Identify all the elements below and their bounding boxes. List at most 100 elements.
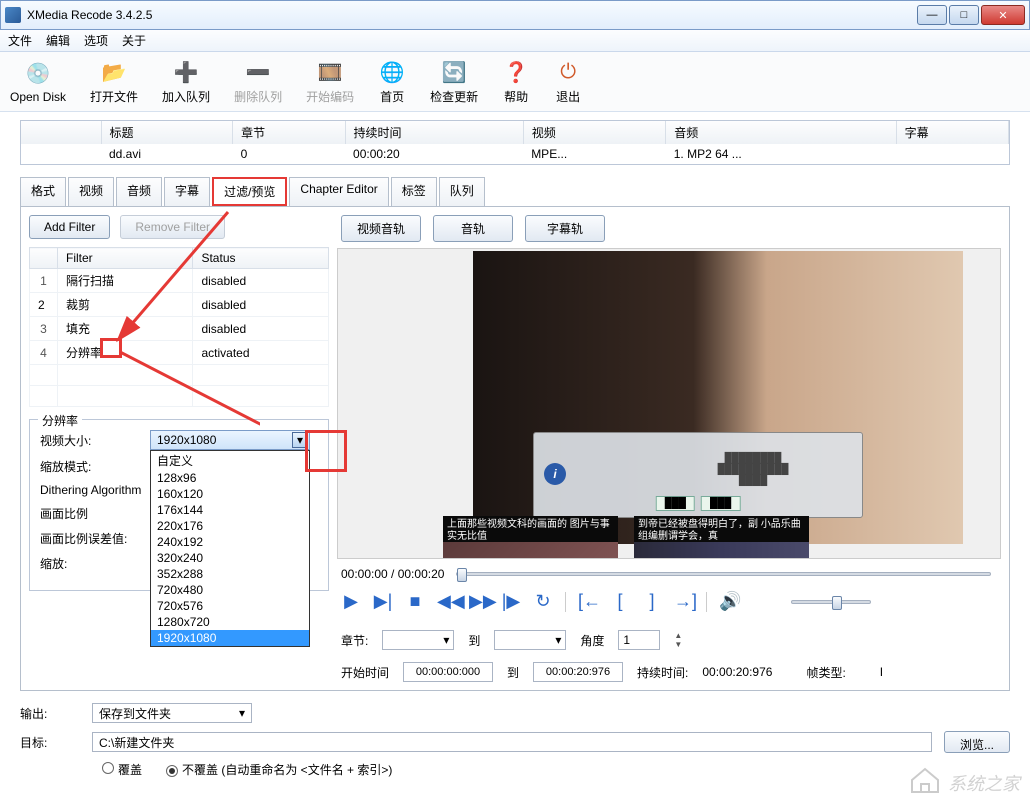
menu-edit[interactable]: 编辑: [46, 32, 70, 49]
filter-row[interactable]: 4分辨率activated: [30, 341, 329, 365]
mark-out-icon[interactable]: →]: [674, 591, 694, 612]
col-duration[interactable]: 持续时间: [345, 121, 523, 144]
subtitle-track-button[interactable]: 字幕轨: [525, 215, 605, 242]
power-icon: ⏻: [554, 58, 582, 86]
folder-open-icon: 📂: [100, 58, 128, 86]
preview-thumbnail[interactable]: 到帝已经被盘得明白了，副 小品乐曲组编删谓学会，真: [634, 516, 809, 559]
filter-row[interactable]: 3填充disabled: [30, 317, 329, 341]
close-button[interactable]: ✕: [981, 5, 1025, 25]
audio-track-button[interactable]: 音轨: [433, 215, 513, 242]
dropdown-option[interactable]: 1920x1080: [151, 630, 309, 646]
tool-start-encode: 🎞️开始编码: [306, 58, 354, 105]
preview-panel: i ██████████████████████ ██████ 上面那些视频文科…: [337, 248, 1001, 559]
browse-button[interactable]: 浏览...: [944, 731, 1010, 753]
tab-video[interactable]: 视频: [68, 177, 114, 206]
angle-up-icon[interactable]: ▲: [674, 631, 688, 640]
tool-add-job[interactable]: ➕加入队列: [162, 58, 210, 105]
file-row[interactable]: dd.avi 0 00:00:20 MPE... 1. MP2 64 ...: [21, 144, 1009, 164]
dropdown-option[interactable]: 176x144: [151, 502, 309, 518]
dropdown-option[interactable]: 320x240: [151, 550, 309, 566]
chapter-to-select[interactable]: ▾: [494, 630, 566, 650]
dropdown-option[interactable]: 1280x720: [151, 614, 309, 630]
dropdown-option[interactable]: 220x176: [151, 518, 309, 534]
tab-filter-preview[interactable]: 过滤/预览: [212, 177, 287, 206]
frame-type-value: I: [880, 665, 883, 679]
tab-chapter-editor[interactable]: Chapter Editor: [289, 177, 388, 206]
volume-icon[interactable]: 🔊: [719, 591, 739, 612]
tab-subtitle[interactable]: 字幕: [164, 177, 210, 206]
scale-mode-label: 缩放模式:: [40, 458, 150, 475]
dropdown-option[interactable]: 128x96: [151, 470, 309, 486]
video-size-label: 视频大小:: [40, 432, 150, 449]
remove-filter-button: Remove Filter: [120, 215, 225, 239]
dropdown-option[interactable]: 720x576: [151, 598, 309, 614]
seek-slider[interactable]: [456, 572, 991, 576]
tool-check-update[interactable]: 🔄检查更新: [430, 58, 478, 105]
loop-icon[interactable]: ↻: [533, 591, 553, 612]
video-audio-track-button[interactable]: 视频音轨: [341, 215, 421, 242]
tab-queue[interactable]: 队列: [439, 177, 485, 206]
video-size-dropdown-list[interactable]: 自定义 128x96 160x120 176x144 220x176 240x1…: [150, 450, 310, 647]
next-icon[interactable]: ▶|: [373, 591, 393, 612]
tool-open-disk[interactable]: 💿Open Disk: [10, 60, 66, 104]
angle-input[interactable]: 1: [618, 630, 660, 650]
mark-in-icon[interactable]: [←: [578, 591, 598, 612]
time-display: 00:00:00 / 00:00:20: [341, 567, 444, 581]
filter-row[interactable]: 2裁剪disabled: [30, 293, 329, 317]
tab-audio[interactable]: 音频: [116, 177, 162, 206]
angle-label: 角度: [580, 632, 604, 649]
stop-icon[interactable]: ■: [405, 591, 425, 612]
tool-home[interactable]: 🌐首页: [378, 58, 406, 105]
dropdown-option[interactable]: 自定义: [151, 451, 309, 470]
dropdown-option[interactable]: 352x288: [151, 566, 309, 582]
bracket-right-icon[interactable]: ]: [642, 591, 662, 612]
menu-about[interactable]: 关于: [122, 32, 146, 49]
main-panel: Add Filter Remove Filter Filter Status 1…: [20, 206, 1010, 691]
preview-dialog: i ██████████████████████ ██████: [533, 432, 863, 518]
tab-tags[interactable]: 标签: [391, 177, 437, 206]
bracket-left-icon[interactable]: [: [610, 591, 630, 612]
col-video[interactable]: 视频: [523, 121, 666, 144]
col-chapter[interactable]: 章节: [233, 121, 345, 144]
app-icon: [5, 7, 21, 23]
dropdown-option[interactable]: 240x192: [151, 534, 309, 550]
tool-open-file[interactable]: 📂打开文件: [90, 58, 138, 105]
col-audio[interactable]: 音频: [666, 121, 896, 144]
preview-thumbnail[interactable]: 上面那些视频文科的画面的 图片与事实无比值: [443, 516, 618, 559]
rewind-icon[interactable]: ◀◀: [437, 591, 457, 612]
angle-down-icon[interactable]: ▼: [674, 640, 688, 649]
fast-forward-icon[interactable]: ▶▶: [469, 591, 489, 612]
minimize-button[interactable]: —: [917, 5, 947, 25]
add-filter-button[interactable]: Add Filter: [29, 215, 110, 239]
volume-slider[interactable]: [791, 600, 871, 604]
output-mode-select[interactable]: 保存到文件夹▾: [92, 703, 252, 723]
chapter-from-select[interactable]: ▾: [382, 630, 454, 650]
plus-icon: ➕: [172, 58, 200, 86]
dropdown-option[interactable]: 720x480: [151, 582, 309, 598]
video-size-dropdown[interactable]: 1920x1080 ▾: [150, 430, 310, 450]
chevron-down-icon: ▾: [239, 706, 245, 720]
overwrite-radio[interactable]: 覆盖: [102, 761, 142, 778]
menubar: 文件 编辑 选项 关于: [0, 30, 1030, 52]
menu-options[interactable]: 选项: [84, 32, 108, 49]
target-path-input[interactable]: C:\新建文件夹: [92, 732, 932, 752]
col-subtitle[interactable]: 字幕: [896, 121, 1008, 144]
tool-help[interactable]: ❓帮助: [502, 58, 530, 105]
col-filter: Filter: [58, 248, 193, 269]
no-overwrite-radio[interactable]: 不覆盖 (自动重命名为 <文件名 + 索引>): [166, 761, 392, 778]
resolution-legend: 分辨率: [38, 412, 82, 429]
start-time-input[interactable]: 00:00:00:000: [403, 662, 493, 682]
end-time-input[interactable]: 00:00:20:976: [533, 662, 623, 682]
dropdown-option[interactable]: 160x120: [151, 486, 309, 502]
menu-file[interactable]: 文件: [8, 32, 32, 49]
titlebar: XMedia Recode 3.4.2.5 — □ ✕: [0, 0, 1030, 30]
tool-exit[interactable]: ⏻退出: [554, 58, 582, 105]
maximize-button[interactable]: □: [949, 5, 979, 25]
col-title[interactable]: 标题: [101, 121, 233, 144]
filter-row[interactable]: 1隔行扫描disabled: [30, 269, 329, 293]
tabs: 格式 视频 音频 字幕 过滤/预览 Chapter Editor 标签 队列: [20, 177, 1010, 206]
tab-format[interactable]: 格式: [20, 177, 66, 206]
play-icon[interactable]: ▶: [341, 591, 361, 612]
start-time-label: 开始时间: [341, 664, 389, 681]
step-forward-icon[interactable]: |▶: [501, 591, 521, 612]
